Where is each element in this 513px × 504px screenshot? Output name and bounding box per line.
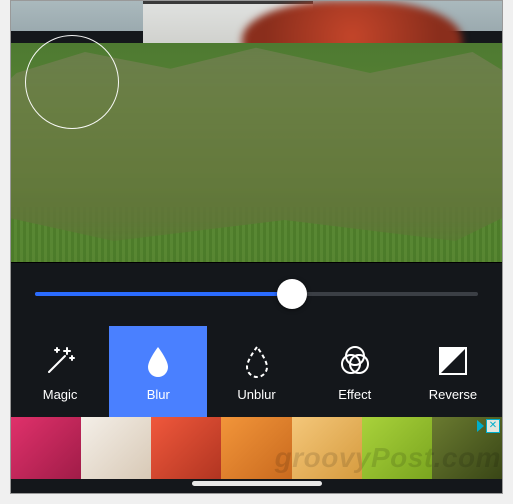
tool-magic[interactable]: Magic (11, 326, 109, 418)
tool-magic-label: Magic (43, 387, 78, 402)
ad-banner[interactable]: ✕ (11, 417, 502, 479)
adchoices-icon (477, 420, 484, 432)
close-ad-icon[interactable]: ✕ (486, 419, 500, 433)
tool-unblur[interactable]: Unblur (207, 326, 305, 418)
intensity-slider[interactable] (35, 292, 478, 296)
ad-tile (151, 417, 221, 479)
tool-effect-label: Effect (338, 387, 371, 402)
tool-reverse-label: Reverse (429, 387, 477, 402)
tool-blur-label: Blur (147, 387, 170, 402)
app-frame: Magic Blur Unblur (10, 0, 503, 494)
drop-icon (139, 342, 177, 380)
adchoices-badge[interactable]: ✕ (477, 419, 500, 433)
tool-effect[interactable]: Effect (306, 326, 404, 418)
tool-unblur-label: Unblur (237, 387, 275, 402)
image-preview[interactable] (11, 1, 502, 262)
ad-tile (292, 417, 362, 479)
drop-outline-icon (238, 342, 276, 380)
reverse-icon (434, 342, 472, 380)
slider-fill (35, 292, 292, 296)
brush-cursor-icon[interactable] (25, 35, 119, 129)
venn-icon (336, 342, 374, 380)
ad-tile (221, 417, 291, 479)
slider-row (11, 262, 502, 326)
magic-wand-icon (41, 342, 79, 380)
toolbar: Magic Blur Unblur (11, 326, 502, 418)
tool-blur[interactable]: Blur (109, 326, 207, 418)
ad-tile (11, 417, 81, 479)
ad-tile (362, 417, 432, 479)
ad-tile (81, 417, 151, 479)
home-indicator[interactable] (11, 479, 502, 493)
tool-reverse[interactable]: Reverse (404, 326, 502, 418)
slider-thumb[interactable] (277, 279, 307, 309)
